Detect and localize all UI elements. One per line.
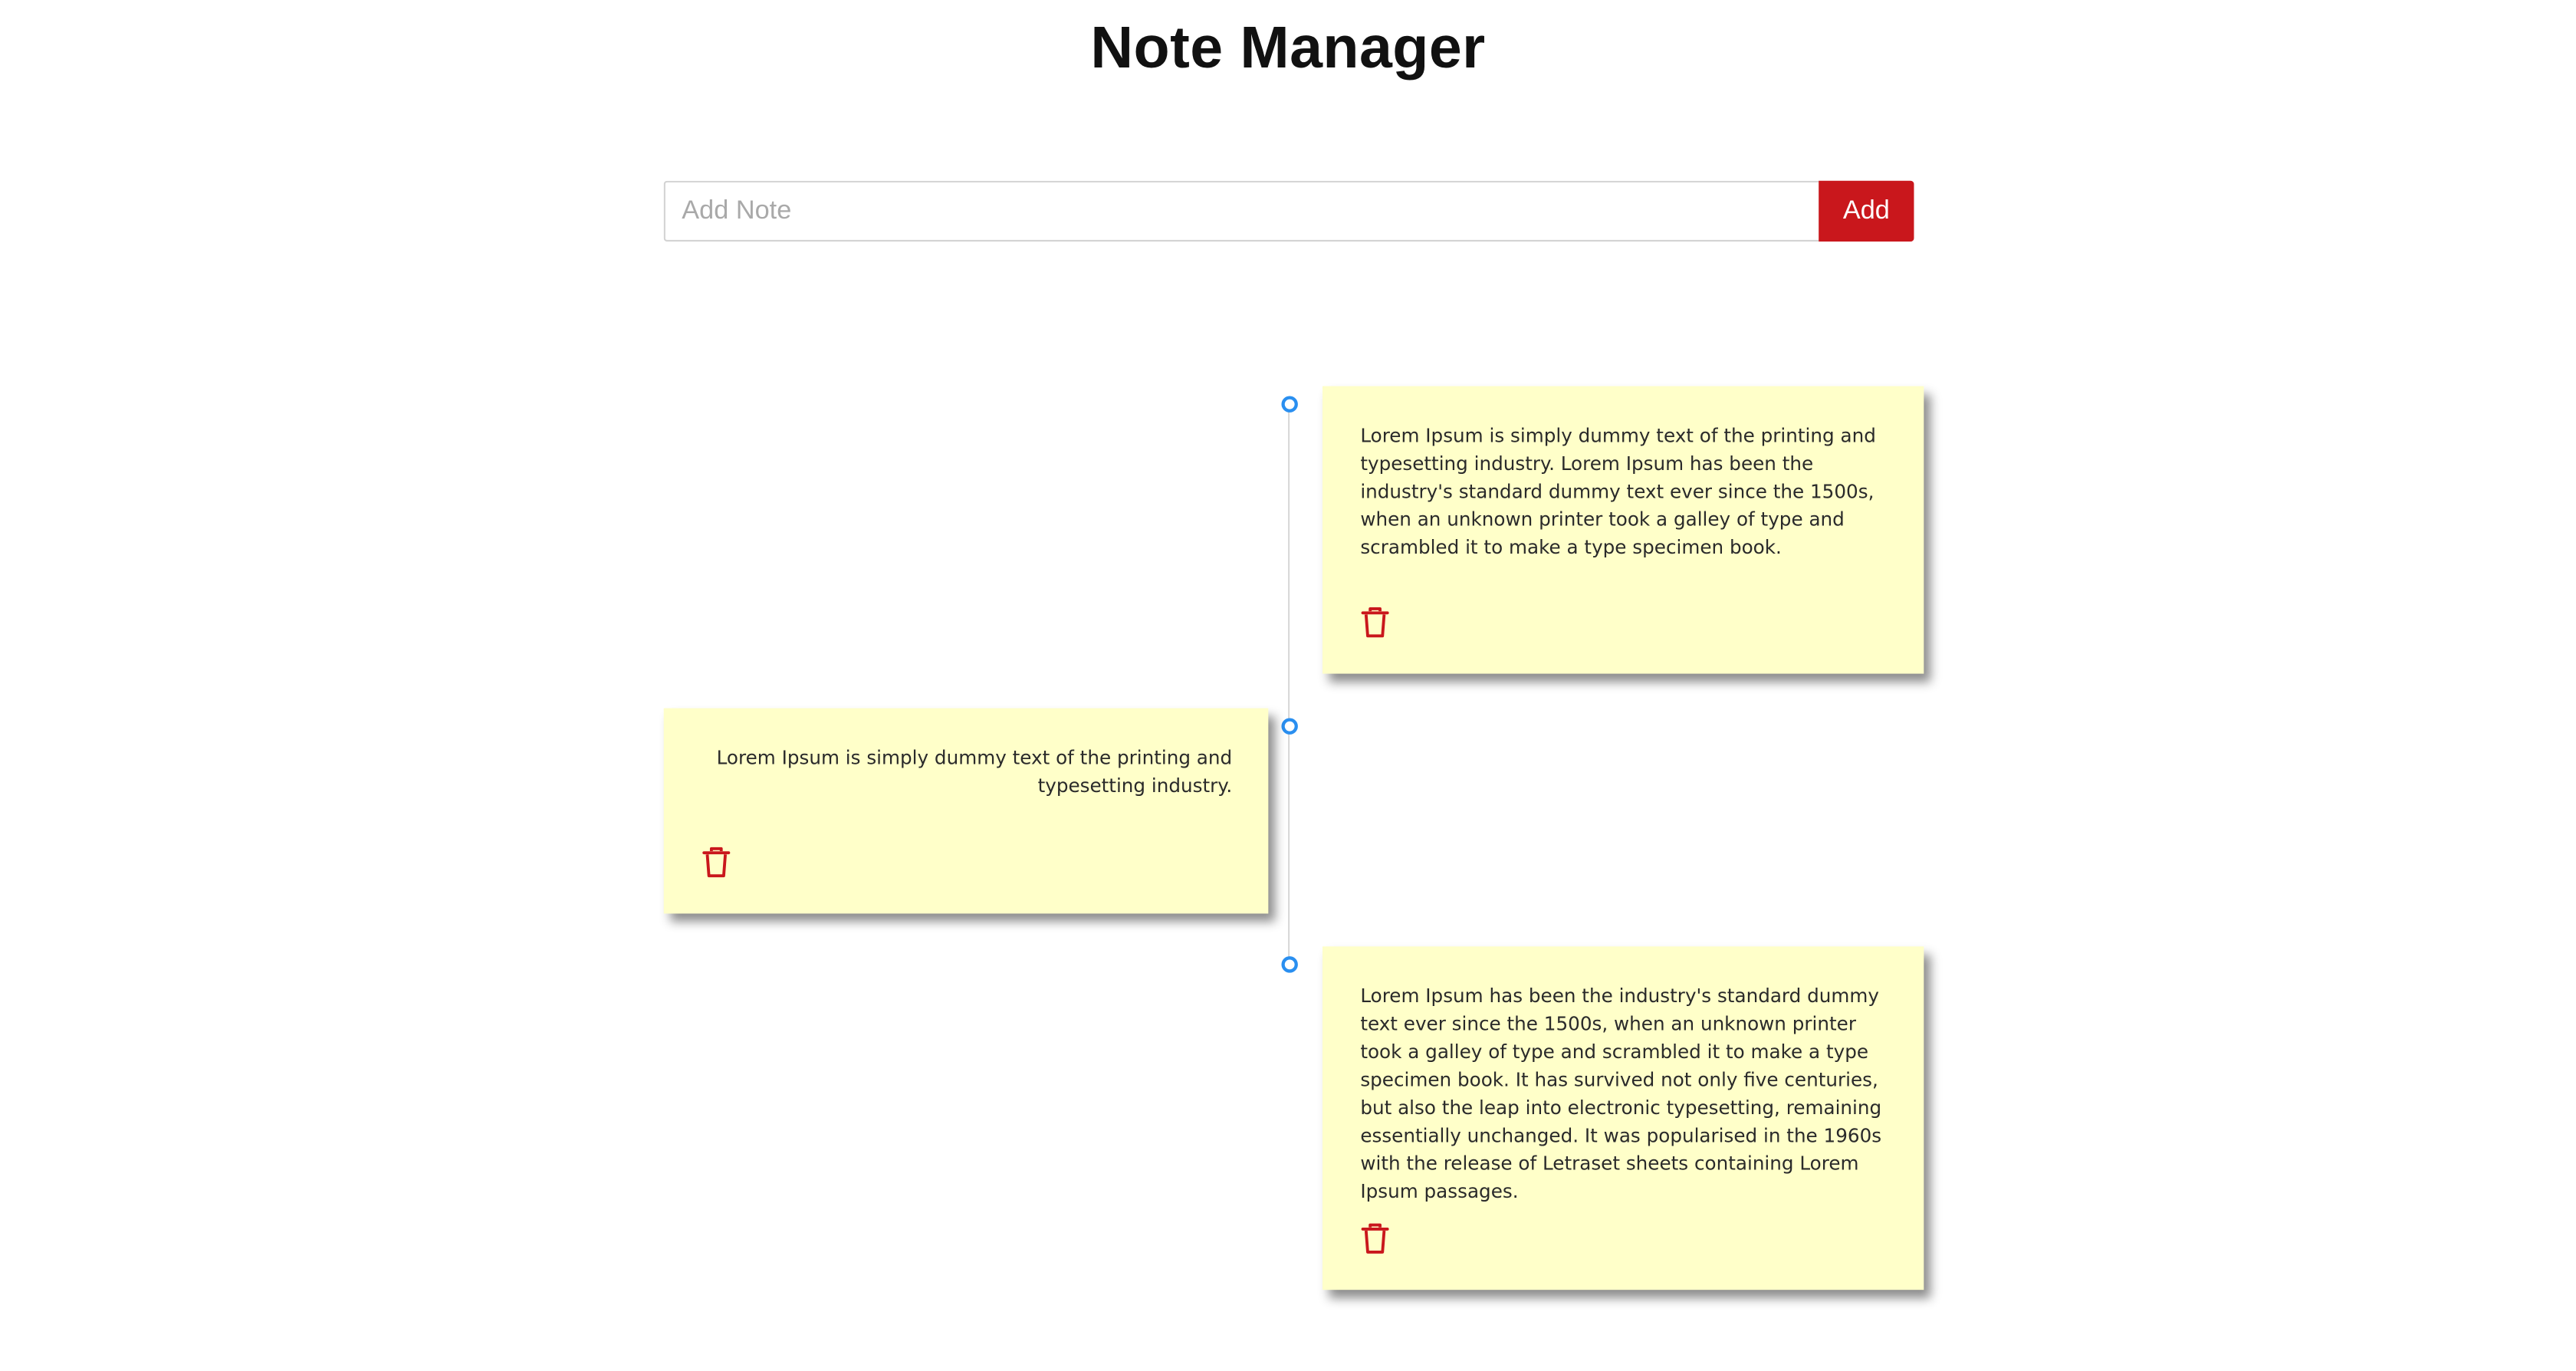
note-card: Lorem Ipsum has been the industry's stan… [1322, 946, 1924, 1290]
timeline-line [1288, 403, 1290, 965]
add-note-input[interactable] [663, 180, 1819, 242]
note-text: Lorem Ipsum is simply dummy text of the … [1360, 423, 1876, 559]
trash-icon[interactable] [1360, 607, 1390, 639]
note-text: Lorem Ipsum has been the industry's stan… [1360, 984, 1882, 1203]
add-note-form: Add [663, 180, 1914, 242]
trash-icon[interactable] [702, 847, 731, 879]
note-manager-page: Note Manager Add Lorem Ipsum is simply d… [0, 0, 2576, 1370]
timeline-dot [1281, 396, 1298, 413]
trash-icon[interactable] [1360, 1222, 1390, 1255]
note-card: Lorem Ipsum is simply dummy text of the … [663, 708, 1269, 914]
note-text: Lorem Ipsum is simply dummy text of the … [716, 745, 1233, 797]
note-card: Lorem Ipsum is simply dummy text of the … [1322, 386, 1924, 674]
add-button[interactable]: Add [1819, 180, 1914, 242]
page-title: Note Manager [1090, 13, 1486, 81]
timeline-dot [1281, 956, 1298, 973]
timeline-dot [1281, 718, 1298, 735]
